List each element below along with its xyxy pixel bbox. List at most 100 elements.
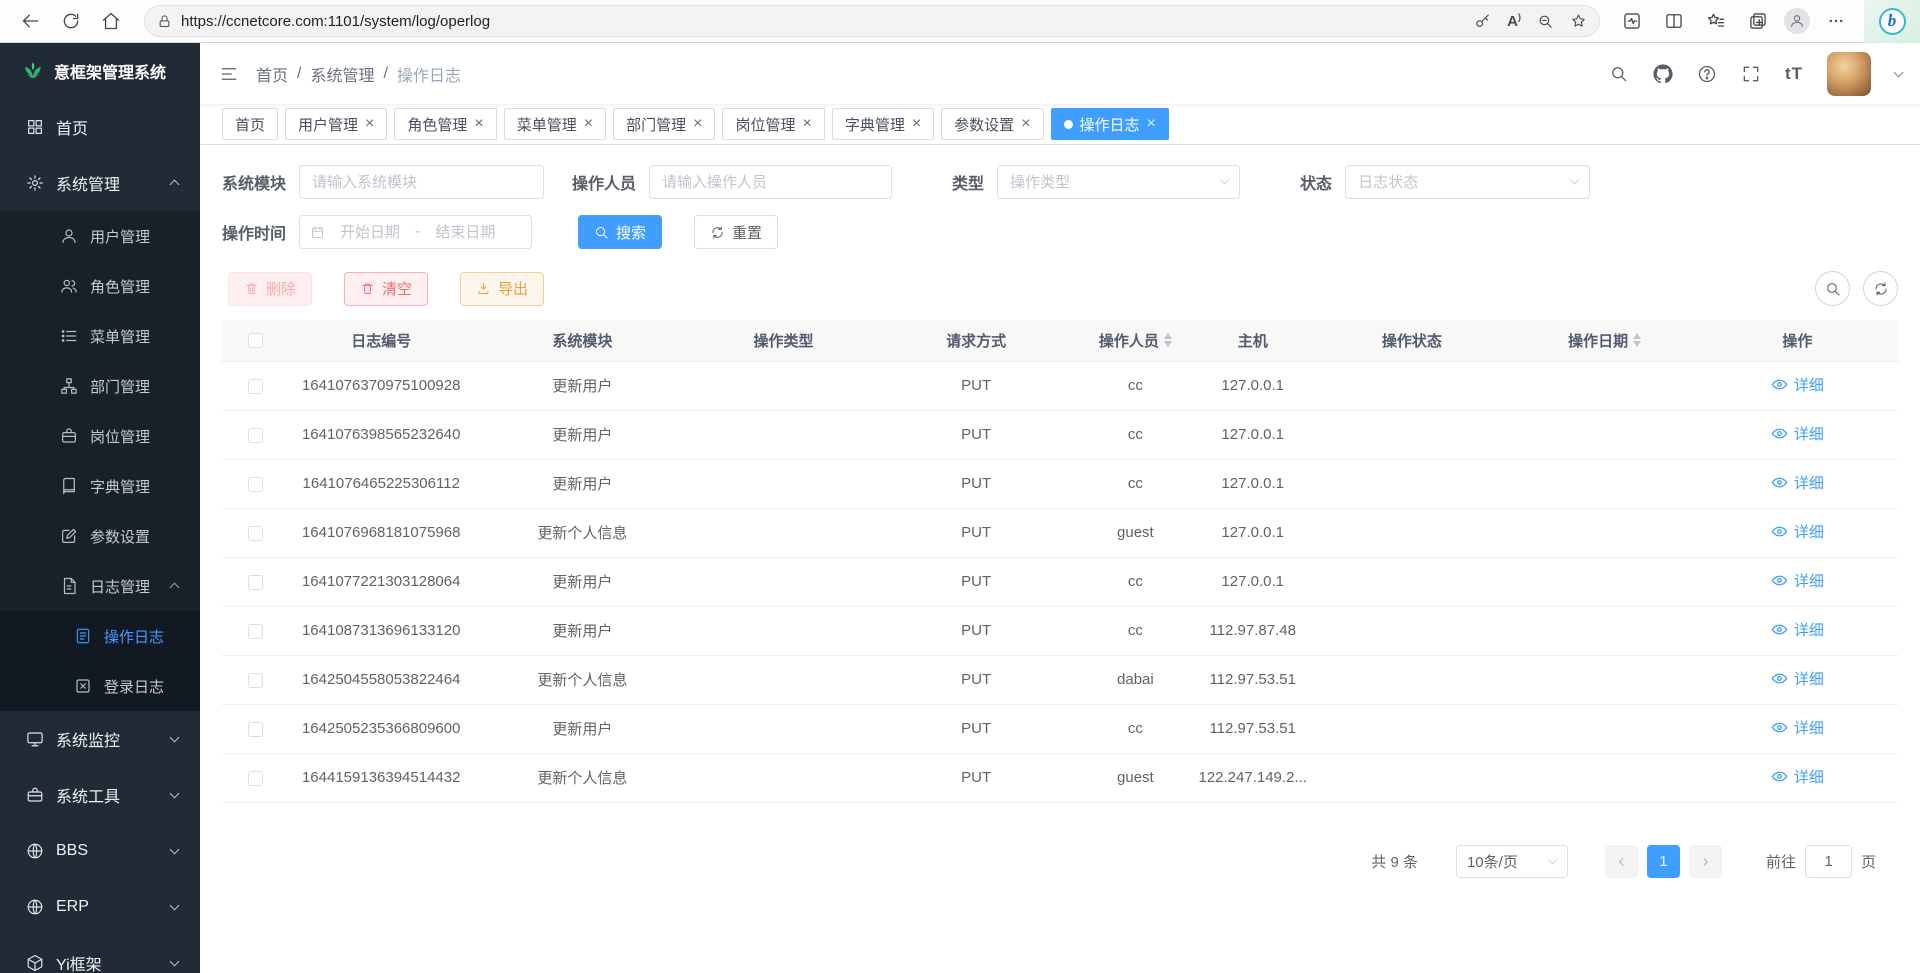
search-button[interactable]: 搜索 <box>578 215 662 249</box>
delete-button[interactable]: 删除 <box>228 272 312 306</box>
row-checkbox[interactable] <box>248 771 263 786</box>
detail-link[interactable]: 详细 <box>1771 472 1824 493</box>
fold-sidebar-icon[interactable] <box>220 65 238 83</box>
detail-link[interactable]: 详细 <box>1771 423 1824 444</box>
refresh-button[interactable] <box>54 4 88 38</box>
font-size-icon[interactable]: tT <box>1785 64 1803 84</box>
sidebar-item-operation-log[interactable]: 操作日志 <box>0 611 200 661</box>
date-range-picker[interactable]: - <box>299 215 532 249</box>
password-key-icon[interactable] <box>1474 13 1491 30</box>
collections-icon[interactable] <box>1742 4 1774 38</box>
chevron-down-icon[interactable] <box>1894 67 1904 77</box>
detail-link[interactable]: 详细 <box>1771 766 1824 787</box>
row-checkbox[interactable] <box>248 526 263 541</box>
address-bar[interactable]: https://ccnetcore.com:1101/system/log/op… <box>144 5 1600 37</box>
split-screen-icon[interactable] <box>1658 4 1690 38</box>
sidebar-item-department-management[interactable]: 部门管理 <box>0 361 200 411</box>
sidebar-item-erp[interactable]: ERP <box>0 879 200 935</box>
tab-菜单管理[interactable]: 菜单管理× <box>504 108 606 140</box>
sidebar-item-role-management[interactable]: 角色管理 <box>0 261 200 311</box>
select-all-checkbox[interactable] <box>248 333 263 348</box>
detail-link[interactable]: 详细 <box>1771 717 1824 738</box>
breadcrumb-system[interactable]: 系统管理 <box>310 62 374 86</box>
zoom-out-icon[interactable] <box>1537 13 1554 30</box>
tab-用户管理[interactable]: 用户管理× <box>285 108 387 140</box>
browser-menu-icon[interactable] <box>1820 4 1852 38</box>
home-button[interactable] <box>94 4 128 38</box>
breadcrumb-home[interactable]: 首页 <box>256 62 288 86</box>
sidebar-item-home[interactable]: 首页 <box>0 99 200 155</box>
row-checkbox[interactable] <box>248 624 263 639</box>
date-start-input[interactable] <box>331 224 409 241</box>
tab-close-icon[interactable]: × <box>1147 116 1156 132</box>
type-select-input[interactable] <box>997 165 1240 199</box>
prev-page-button[interactable]: ‹ <box>1605 845 1638 878</box>
help-icon[interactable] <box>1697 64 1717 84</box>
search-icon[interactable] <box>1609 64 1629 84</box>
tab-close-icon[interactable]: × <box>802 116 811 132</box>
sidebar-item-yi-framework[interactable]: Yi框架 <box>0 935 200 973</box>
detail-link[interactable]: 详细 <box>1771 374 1824 395</box>
sidebar-item-post-management[interactable]: 岗位管理 <box>0 411 200 461</box>
clear-button[interactable]: 清空 <box>344 272 428 306</box>
user-avatar[interactable] <box>1827 52 1871 96</box>
goto-page-input[interactable] <box>1805 845 1852 878</box>
row-checkbox[interactable] <box>248 379 263 394</box>
github-icon[interactable] <box>1653 64 1673 84</box>
sidebar-item-system-tools[interactable]: 系统工具 <box>0 767 200 823</box>
module-input[interactable] <box>299 165 544 199</box>
detail-link[interactable]: 详细 <box>1771 521 1824 542</box>
status-select[interactable] <box>1345 165 1590 199</box>
refresh-table-button[interactable] <box>1863 271 1898 306</box>
row-checkbox[interactable] <box>248 673 263 688</box>
sidebar-item-dict-management[interactable]: 字典管理 <box>0 461 200 511</box>
tab-close-icon[interactable]: × <box>693 116 702 132</box>
browser-essentials-icon[interactable] <box>1616 4 1648 38</box>
sidebar-item-login-log[interactable]: 登录日志 <box>0 661 200 711</box>
tab-参数设置[interactable]: 参数设置× <box>941 108 1043 140</box>
export-button[interactable]: 导出 <box>460 272 544 306</box>
tab-岗位管理[interactable]: 岗位管理× <box>722 108 824 140</box>
app-logo[interactable]: 意框架管理系统 <box>0 43 200 99</box>
tab-close-icon[interactable]: × <box>474 116 483 132</box>
toggle-search-button[interactable] <box>1815 271 1850 306</box>
operator-input[interactable] <box>649 165 892 199</box>
sidebar-item-param-settings[interactable]: 参数设置 <box>0 511 200 561</box>
add-favorite-star-icon[interactable] <box>1570 13 1587 30</box>
tab-操作日志[interactable]: 操作日志× <box>1051 108 1169 140</box>
fullscreen-icon[interactable] <box>1741 64 1761 84</box>
sort-control[interactable] <box>1633 333 1641 347</box>
browser-profile-avatar[interactable] <box>1784 8 1810 34</box>
tab-close-icon[interactable]: × <box>912 116 921 132</box>
tab-角色管理[interactable]: 角色管理× <box>394 108 496 140</box>
favorites-icon[interactable] <box>1700 4 1732 38</box>
next-page-button[interactable]: › <box>1689 845 1722 878</box>
sidebar-item-system-monitor[interactable]: 系统监控 <box>0 711 200 767</box>
sidebar-item-log-management[interactable]: 日志管理 <box>0 561 200 611</box>
back-button[interactable] <box>14 4 48 38</box>
sidebar-item-menu-management[interactable]: 菜单管理 <box>0 311 200 361</box>
sidebar-item-bbs[interactable]: BBS <box>0 823 200 879</box>
status-select-input[interactable] <box>1345 165 1590 199</box>
bing-sidebar-button[interactable]: b <box>1864 0 1920 43</box>
detail-link[interactable]: 详细 <box>1771 570 1824 591</box>
tab-close-icon[interactable]: × <box>365 116 374 132</box>
tab-字典管理[interactable]: 字典管理× <box>832 108 934 140</box>
tab-首页[interactable]: 首页 <box>222 108 278 140</box>
tab-close-icon[interactable]: × <box>584 116 593 132</box>
row-checkbox[interactable] <box>248 575 263 590</box>
row-checkbox[interactable] <box>248 428 263 443</box>
sidebar-item-user-management[interactable]: 用户管理 <box>0 211 200 261</box>
date-end-input[interactable] <box>426 224 504 241</box>
row-checkbox[interactable] <box>248 477 263 492</box>
sidebar-item-system-management[interactable]: 系统管理 <box>0 155 200 211</box>
reset-button[interactable]: 重置 <box>694 215 778 249</box>
page-number-button[interactable]: 1 <box>1647 845 1680 878</box>
type-select[interactable] <box>997 165 1240 199</box>
page-size-select[interactable]: 10条/页 <box>1456 845 1568 878</box>
tab-close-icon[interactable]: × <box>1021 116 1030 132</box>
sort-control[interactable] <box>1164 333 1172 347</box>
row-checkbox[interactable] <box>248 722 263 737</box>
detail-link[interactable]: 详细 <box>1771 619 1824 640</box>
detail-link[interactable]: 详细 <box>1771 668 1824 689</box>
